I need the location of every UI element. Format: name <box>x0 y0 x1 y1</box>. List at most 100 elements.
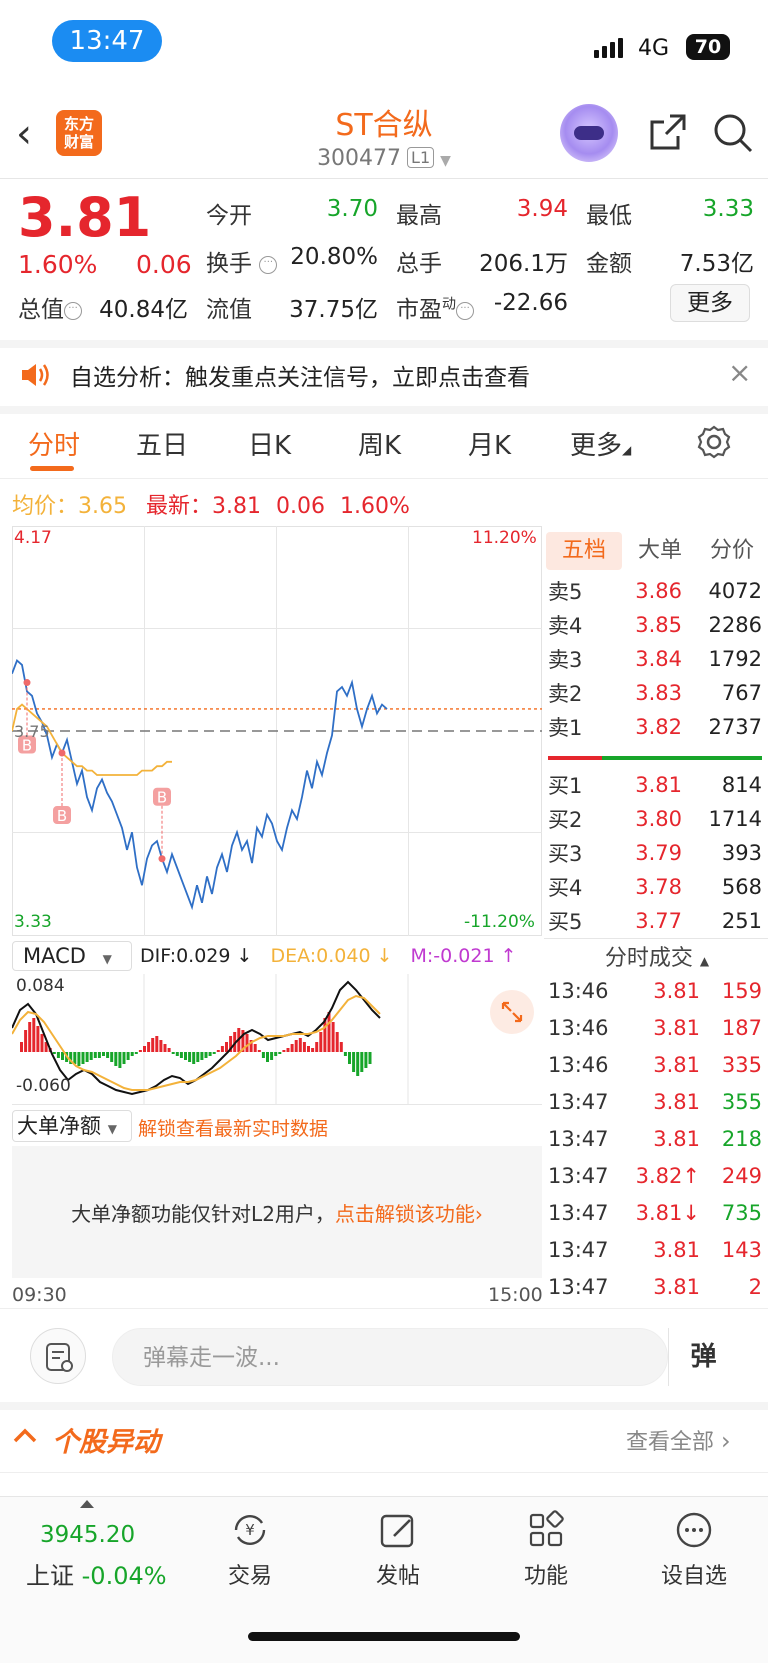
ask-label: 卖5 <box>548 580 583 604</box>
turnover-label: 换手 ··· <box>206 244 278 278</box>
gear-icon[interactable] <box>696 424 732 464</box>
tick-row: 13:46 3.81 187 <box>548 1009 762 1046</box>
add-watchlist-icon <box>676 1512 712 1548</box>
indicator-select[interactable]: MACD ▼ <box>12 941 132 971</box>
apps-icon <box>529 1510 564 1547</box>
macd-bar <box>343 1052 347 1056</box>
expand-icon[interactable] <box>490 990 534 1034</box>
avg-price-row: 均价：3.65 最新：3.81 0.06 1.60% <box>12 488 410 520</box>
nav-add-watchlist[interactable]: 设自选 <box>644 1510 744 1590</box>
assistant-robot-icon[interactable] <box>560 104 618 162</box>
ask-row: 卖2 3.83 767 <box>548 676 762 710</box>
info-icon[interactable]: ··· <box>259 256 278 274</box>
tab-daily-k[interactable]: 日K <box>248 425 291 462</box>
tick-price: 3.82↑ <box>635 1163 700 1188</box>
big-net-select[interactable]: 大单净额 ▼ <box>12 1110 132 1142</box>
macd-bar <box>138 1050 142 1052</box>
nav-post[interactable]: 发帖 <box>348 1510 448 1590</box>
tab-intraday[interactable]: 分时 <box>28 425 80 462</box>
stock-code: 300477 <box>317 146 402 171</box>
macd-bar <box>282 1050 286 1052</box>
ask-label: 卖1 <box>548 716 583 740</box>
ask-price: 3.84 <box>635 647 682 671</box>
latest-value: 3.81 <box>212 494 261 519</box>
info-icon[interactable]: ··· <box>456 302 474 320</box>
mktcap-value: 40.84亿 <box>99 297 188 323</box>
share-icon[interactable] <box>648 112 688 156</box>
price-line <box>12 658 388 911</box>
divider <box>0 478 768 479</box>
view-all-link[interactable]: 查看全部 › <box>626 1424 731 1456</box>
buy-sell-ratio-bar <box>548 756 762 760</box>
tick-volume: 355 <box>721 1089 762 1114</box>
level-badge: L1 <box>407 147 435 168</box>
buy-marker: B <box>18 679 36 755</box>
volume-label: 总手 <box>396 251 442 277</box>
macd-bar <box>225 1042 228 1052</box>
danmaku-settings-button[interactable] <box>30 1328 86 1384</box>
chevron-up-icon[interactable] <box>12 1424 38 1450</box>
tick-volume: 2 <box>748 1274 762 1299</box>
macd-bar <box>311 1048 315 1052</box>
macd-bar <box>335 1032 339 1052</box>
more-button[interactable]: 更多 <box>670 284 750 322</box>
ask-row: 卖3 3.84 1792 <box>548 642 762 676</box>
macd-bar <box>36 1026 40 1052</box>
ticks-header[interactable]: 分时成交 ▲ <box>546 940 768 972</box>
chart-top-price: 4.17 <box>14 528 52 548</box>
tab-big-orders[interactable]: 大单 <box>626 532 694 570</box>
tab-price-dist[interactable]: 分价 <box>698 532 766 570</box>
tick-row: 13:47 3.81 355 <box>548 1083 762 1120</box>
divider <box>12 1104 542 1105</box>
divider <box>0 1472 768 1473</box>
tick-row: 13:46 3.81 335 <box>548 1046 762 1083</box>
tab-monthly-k[interactable]: 月K <box>468 425 511 462</box>
macd-bar <box>126 1052 130 1060</box>
tick-time: 13:47 <box>548 1163 609 1188</box>
buy-marker: B <box>153 787 171 863</box>
nav-functions[interactable]: 功能 <box>496 1510 596 1590</box>
tick-price: 3.81↓ <box>635 1200 700 1225</box>
speaker-icon <box>20 362 50 392</box>
tick-row: 13:47 3.81↓ 735 <box>548 1194 762 1231</box>
macd-chart[interactable] <box>12 974 542 1104</box>
macd-bar <box>188 1052 192 1062</box>
ask-row: 卖5 3.86 4072 <box>548 574 762 608</box>
nav-trade[interactable]: ¥ 交易 <box>200 1510 300 1590</box>
macd-bar <box>274 1052 278 1056</box>
unlock-feature-link[interactable]: 点击解锁该功能› <box>335 1202 483 1226</box>
index-name[interactable]: 上证 -0.04% <box>26 1556 167 1591</box>
index-name-label: 上证 <box>26 1562 74 1590</box>
search-icon[interactable] <box>712 112 754 158</box>
close-icon[interactable]: × <box>728 356 751 389</box>
ask-volume: 767 <box>721 681 762 705</box>
time-axis-end: 15:00 <box>488 1284 543 1306</box>
alert-banner-text[interactable]: 自选分析：触发重点关注信号，立即点击查看 <box>70 358 530 392</box>
nav-post-label: 发帖 <box>375 1564 420 1589</box>
danmaku-input[interactable]: 弹幕走一波... <box>112 1328 668 1386</box>
macd-dea: DEA:0.040 ↓ <box>270 945 393 967</box>
macd-bar <box>97 1052 101 1058</box>
tab-weekly-k[interactable]: 周K <box>358 425 401 462</box>
index-value[interactable]: 3945.20 <box>40 1522 135 1548</box>
big-net-select-label: 大单净额 <box>17 1114 101 1138</box>
tab-five-day[interactable]: 五日 <box>136 425 188 462</box>
macd-bar <box>130 1052 134 1056</box>
tick-volume: 249 <box>721 1163 762 1188</box>
info-icon[interactable]: ··· <box>64 302 82 320</box>
tab-more[interactable]: 更多◢ <box>570 425 631 462</box>
tab-more-label: 更多 <box>570 431 623 461</box>
svg-text:¥: ¥ <box>245 1521 255 1539</box>
macd-bar <box>192 1052 196 1064</box>
unlock-realtime-link[interactable]: 解锁查看最新实时数据 <box>138 1114 328 1141</box>
ask-price: 3.85 <box>635 613 682 637</box>
triangle-down-icon: ▼ <box>102 952 112 966</box>
danmaku-toggle-button[interactable]: 弹 <box>668 1328 738 1386</box>
tick-volume: 335 <box>721 1052 762 1077</box>
macd-bar <box>171 1052 175 1054</box>
tab-five-levels[interactable]: 五档 <box>546 532 622 570</box>
macd-bar <box>118 1052 122 1068</box>
macd-bar <box>348 1052 351 1064</box>
macd-bar <box>368 1052 372 1064</box>
macd-bar <box>352 1052 356 1072</box>
